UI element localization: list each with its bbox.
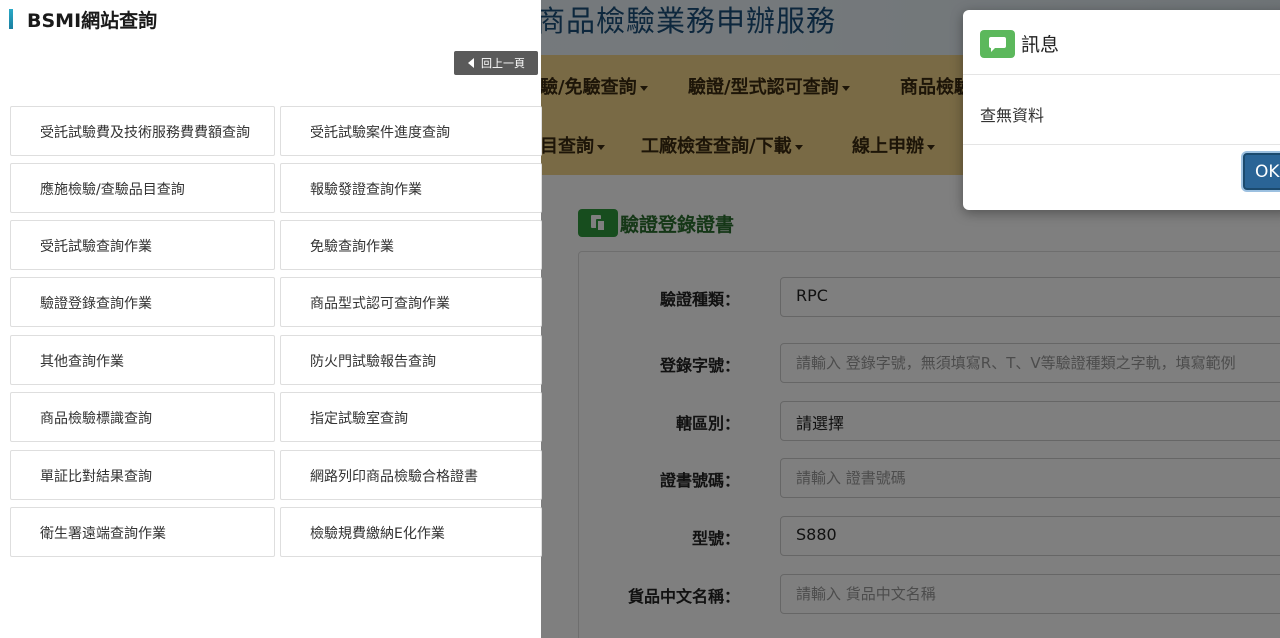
query-link[interactable]: 檢驗規費繳納E化作業 [280,507,542,557]
query-link[interactable]: 免驗查詢作業 [280,220,542,270]
caret-left-icon [468,58,474,68]
panel-title: BSMI網站查詢 [27,10,158,32]
query-link[interactable]: 商品檢驗標識查詢 [10,392,275,442]
query-link[interactable]: 其他查詢作業 [10,335,275,385]
query-link[interactable]: 應施檢驗/查驗品目查詢 [10,163,275,213]
dialog-header: 訊息 [963,10,1280,75]
dialog-message: 查無資料 [980,106,1045,125]
query-link[interactable]: 受託試驗查詢作業 [10,220,275,270]
back-button[interactable]: 回上一頁 [454,51,538,75]
query-link[interactable]: 防火門試驗報告查詢 [280,335,542,385]
dialog-title: 訊息 [1021,34,1060,56]
bsmi-query-panel: BSMI網站查詢 回上一頁 受託試驗費及技術服務費費額查詢 受託試驗案件進度查詢… [0,0,542,638]
message-icon [980,30,1015,58]
panel-header: BSMI網站查詢 [0,0,541,40]
query-link[interactable]: 網路列印商品檢驗合格證書 [280,450,542,500]
message-dialog: 訊息 查無資料 OK [963,10,1280,210]
dialog-body: 查無資料 [963,75,1280,145]
query-link[interactable]: 驗證登錄查詢作業 [10,277,275,327]
query-link[interactable]: 報驗發證查詢作業 [280,163,542,213]
query-link[interactable]: 單証比對結果查詢 [10,450,275,500]
query-link[interactable]: 受託試驗案件進度查詢 [280,106,542,156]
query-link[interactable]: 指定試驗室查詢 [280,392,542,442]
query-link[interactable]: 衛生署遠端查詢作業 [10,507,275,557]
ok-button[interactable]: OK [1243,153,1280,190]
title-accent-bar [9,9,13,29]
query-link[interactable]: 受託試驗費及技術服務費費額查詢 [10,106,275,156]
query-link[interactable]: 商品型式認可查詢作業 [280,277,542,327]
